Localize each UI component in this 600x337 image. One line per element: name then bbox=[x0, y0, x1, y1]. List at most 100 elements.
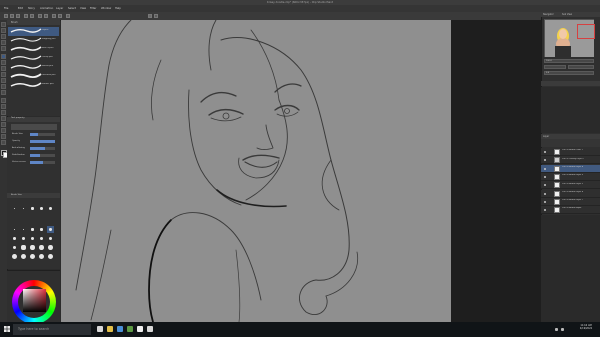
pen-tool-icon[interactable] bbox=[1, 54, 6, 59]
brush-name[interactable]: Mapping pen bbox=[42, 38, 58, 41]
invert-selection-icon[interactable] bbox=[58, 14, 62, 18]
brush-size-large-preset[interactable] bbox=[29, 205, 36, 212]
menu-window[interactable]: Window bbox=[101, 6, 111, 11]
redo-icon[interactable] bbox=[30, 14, 34, 18]
layer-visibility-eye-icon[interactable] bbox=[544, 175, 546, 178]
store-icon[interactable] bbox=[127, 326, 133, 332]
stabilization-slider[interactable] bbox=[30, 154, 55, 157]
brush-name[interactable]: G-pen bbox=[42, 29, 58, 32]
brush-size-large-preset[interactable] bbox=[38, 205, 45, 212]
tray-clock[interactable]: 11:16 AM 4/19/2022 bbox=[574, 324, 598, 330]
brush-size-preset[interactable] bbox=[38, 244, 45, 251]
navigator-view-frame[interactable] bbox=[577, 24, 595, 39]
tab-navigator[interactable]: Navigator bbox=[543, 12, 554, 17]
edge-browser-icon[interactable] bbox=[117, 326, 123, 332]
brush-size-preset[interactable] bbox=[38, 226, 45, 233]
brush-name[interactable]: Round pen bbox=[42, 65, 58, 68]
layer-visibility-eye-icon[interactable] bbox=[544, 167, 546, 170]
menu-layer[interactable]: Layer bbox=[56, 6, 63, 11]
brush-name[interactable]: Real G-pen bbox=[42, 47, 58, 50]
menu-file[interactable]: File bbox=[4, 6, 8, 11]
undo-icon[interactable] bbox=[24, 14, 28, 18]
brush-tool-icon[interactable] bbox=[1, 66, 6, 71]
layer-visibility-eye-icon[interactable] bbox=[544, 151, 546, 153]
brush-stroke-preview-4[interactable] bbox=[10, 55, 42, 60]
brush-size-preset[interactable] bbox=[47, 235, 54, 242]
brush-name[interactable]: Textured pen bbox=[42, 74, 58, 77]
transform-icon[interactable] bbox=[44, 14, 48, 18]
settings-icon[interactable] bbox=[148, 14, 152, 18]
save-icon[interactable] bbox=[16, 14, 20, 18]
brush-size-preset[interactable] bbox=[38, 235, 45, 242]
menu-story[interactable]: Story bbox=[28, 6, 35, 11]
rotate-slider[interactable] bbox=[544, 71, 594, 75]
zoom-tool-icon[interactable] bbox=[1, 22, 6, 27]
balloon-tool-icon[interactable] bbox=[1, 134, 6, 139]
tab-sub-view[interactable]: Sub View bbox=[562, 12, 572, 17]
brush-size-large-preset[interactable] bbox=[11, 205, 18, 212]
decoration-tool-icon[interactable] bbox=[1, 78, 6, 83]
brush-size-preset[interactable] bbox=[29, 253, 36, 260]
open-file-icon[interactable] bbox=[10, 14, 14, 18]
windows-start-icon[interactable] bbox=[4, 326, 10, 332]
menu-animation[interactable]: Animation bbox=[40, 6, 53, 11]
brush-stroke-preview-5[interactable] bbox=[10, 64, 42, 69]
ruler-tool-icon[interactable] bbox=[1, 122, 6, 127]
brush-stroke-preview-3[interactable] bbox=[10, 46, 42, 51]
brush-size-preset[interactable] bbox=[11, 226, 18, 233]
brush-name[interactable]: Marker pen bbox=[42, 83, 58, 86]
pencil-tool-icon[interactable] bbox=[1, 60, 6, 65]
taskbar-app-icon[interactable] bbox=[147, 326, 153, 332]
anti-aliasing-slider[interactable] bbox=[30, 147, 55, 150]
volume-icon[interactable] bbox=[561, 328, 564, 331]
brush-size-preset[interactable] bbox=[47, 244, 54, 251]
snap-icon[interactable] bbox=[66, 14, 70, 18]
brush-size-preset[interactable] bbox=[47, 226, 54, 233]
saturation-value-square[interactable] bbox=[23, 289, 46, 312]
brush-size-preset[interactable] bbox=[20, 235, 27, 242]
task-view-icon[interactable] bbox=[97, 326, 103, 332]
brush-size-preset[interactable] bbox=[47, 253, 54, 260]
clear-icon[interactable] bbox=[38, 14, 42, 18]
menu-select[interactable]: Select bbox=[68, 6, 76, 11]
gradient-tool-icon[interactable] bbox=[1, 104, 6, 109]
network-icon[interactable] bbox=[555, 328, 558, 331]
eyedropper-tool-icon[interactable] bbox=[1, 46, 6, 51]
figure-tool-icon[interactable] bbox=[1, 110, 6, 115]
brush-stroke-preview-1[interactable] bbox=[10, 28, 42, 33]
opacity-slider[interactable] bbox=[30, 140, 55, 143]
zoom-in-button[interactable] bbox=[568, 65, 594, 69]
subtool-tab[interactable]: Brush bbox=[11, 20, 33, 25]
airbrush-tool-icon[interactable] bbox=[1, 72, 6, 77]
vector-eraser-slider[interactable] bbox=[30, 161, 55, 164]
brush-size-preset[interactable] bbox=[29, 244, 36, 251]
zoom-out-button[interactable] bbox=[544, 65, 566, 69]
brush-stroke-preview-7[interactable] bbox=[10, 82, 42, 87]
brush-stroke-preview-6[interactable] bbox=[10, 73, 42, 79]
auto-select-tool-icon[interactable] bbox=[1, 40, 6, 45]
menu-help[interactable]: Help bbox=[115, 6, 121, 11]
menu-view[interactable]: View bbox=[80, 6, 86, 11]
menu-filter[interactable]: Filter bbox=[90, 6, 96, 11]
brush-stroke-preview-2[interactable] bbox=[10, 37, 42, 42]
eraser-tool-icon[interactable] bbox=[1, 84, 6, 89]
brush-size-preset[interactable] bbox=[11, 244, 18, 251]
brush-size-slider[interactable] bbox=[30, 133, 55, 136]
menu-edit[interactable]: Edit bbox=[18, 6, 23, 11]
move-tool-icon[interactable] bbox=[1, 28, 6, 33]
brush-size-preset[interactable] bbox=[38, 253, 45, 260]
brush-size-preset[interactable] bbox=[11, 253, 18, 260]
correct-line-tool-icon[interactable] bbox=[1, 140, 6, 145]
fill-tool-icon[interactable] bbox=[1, 98, 6, 103]
deselect-icon[interactable] bbox=[52, 14, 56, 18]
layer-visibility-eye-icon[interactable] bbox=[544, 200, 546, 203]
brush-size-preset[interactable] bbox=[29, 226, 36, 233]
file-explorer-icon[interactable] bbox=[107, 326, 113, 332]
frame-tool-icon[interactable] bbox=[1, 116, 6, 121]
brush-size-large-preset[interactable] bbox=[47, 205, 54, 212]
blend-tool-icon[interactable] bbox=[1, 90, 6, 95]
clip-studio-icon[interactable] bbox=[137, 326, 143, 332]
brush-size-large-preset[interactable] bbox=[20, 205, 27, 212]
brush-name[interactable]: Turnip pen bbox=[42, 56, 58, 59]
select-tool-icon[interactable] bbox=[1, 34, 6, 39]
